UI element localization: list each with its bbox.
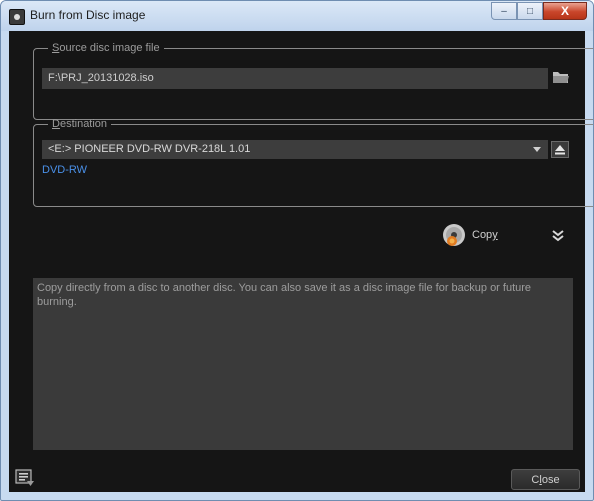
- source-group: Source disc image file F:\PRJ_20131028.i…: [33, 42, 593, 120]
- maximize-button[interactable]: □: [517, 2, 543, 20]
- minimize-button[interactable]: –: [491, 2, 517, 20]
- dropdown-arrow-icon: [533, 147, 541, 152]
- destination-drive-value: <E:> PIONEER DVD-RW DVR-218L 1.01: [48, 143, 251, 155]
- burn-from-disc-image-window: Burn from Disc image – □ X Source disc i…: [0, 0, 594, 501]
- destination-legend: Destination: [52, 118, 108, 130]
- copy-button[interactable]: Copy: [441, 221, 498, 249]
- window-title: Burn from Disc image: [30, 8, 146, 22]
- title-bar: Burn from Disc image – □ X: [1, 1, 593, 31]
- eject-icon: [555, 145, 565, 155]
- close-button[interactable]: Close: [511, 469, 580, 490]
- destination-group: Destination <E:> PIONEER DVD-RW DVR-218L…: [33, 118, 593, 207]
- double-chevron-down-icon[interactable]: [550, 227, 566, 243]
- disc-copy-icon: [443, 224, 465, 246]
- description-text: Copy directly from a disc to another dis…: [33, 278, 573, 450]
- source-legend: Source disc image file: [52, 42, 160, 54]
- app-icon: [9, 9, 25, 25]
- folder-icon[interactable]: [552, 70, 570, 84]
- caption-buttons: – □ X: [491, 2, 587, 20]
- disc-type-label: DVD-RW: [42, 164, 88, 176]
- destination-drive-select[interactable]: <E:> PIONEER DVD-RW DVR-218L 1.01: [42, 140, 548, 159]
- source-path-field[interactable]: F:\PRJ_20131028.iso: [42, 68, 548, 89]
- copy-label: Copy: [472, 229, 498, 241]
- eject-button[interactable]: [551, 141, 569, 158]
- close-window-button[interactable]: X: [543, 2, 587, 20]
- dialog-body: Source disc image file F:\PRJ_20131028.i…: [9, 31, 593, 492]
- log-list-icon[interactable]: [15, 469, 35, 487]
